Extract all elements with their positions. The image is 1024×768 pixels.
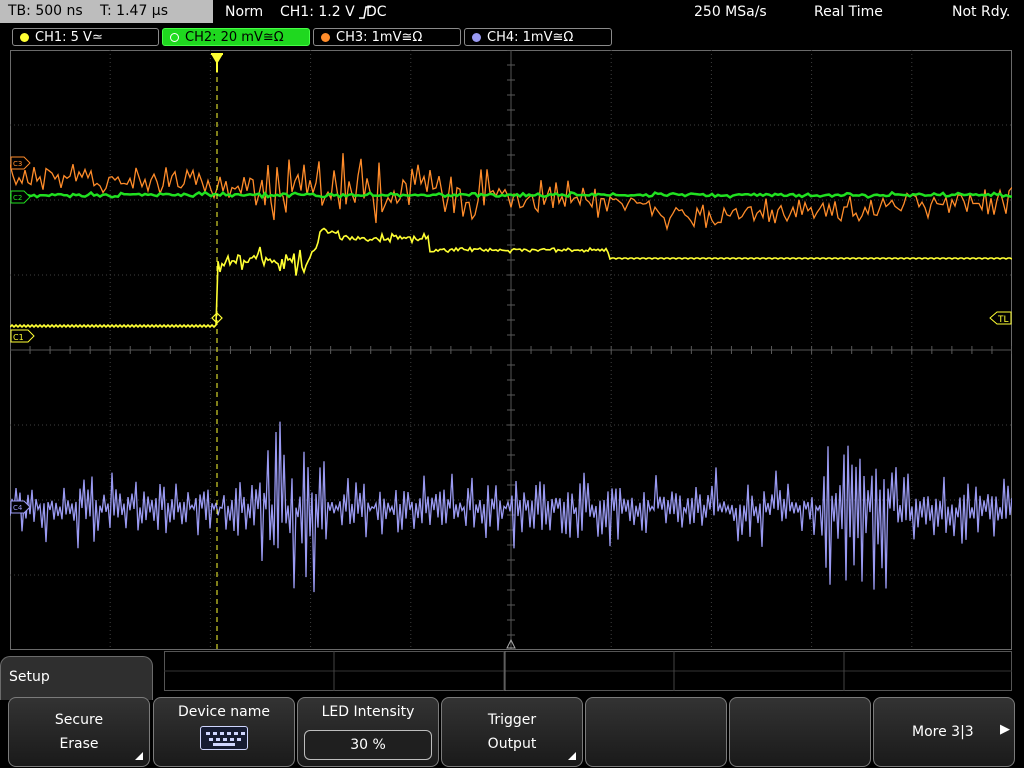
channel-2-waveform bbox=[10, 190, 1012, 200]
channel-4-waveform bbox=[10, 421, 1012, 593]
secure-erase-button[interactable]: Secure Erase bbox=[8, 697, 150, 767]
center-time-marker-icon bbox=[506, 638, 516, 649]
channel-2-offset-marker[interactable]: C2 bbox=[10, 190, 31, 204]
keyboard-icon bbox=[200, 726, 248, 750]
acquisition-mode: Real Time bbox=[814, 4, 883, 20]
trigger-time-value: T: 1.47 µs bbox=[100, 3, 169, 19]
channel-4-marker-label: C4 bbox=[13, 504, 23, 512]
timebase-box[interactable]: TB: 500 ns T: 1.47 µs bbox=[0, 0, 213, 23]
channel-4-button[interactable]: CH4: 1mV≅Ω bbox=[464, 28, 612, 46]
softkey-4-line1: Trigger bbox=[487, 712, 537, 728]
channel-2-coupling: ≅Ω bbox=[262, 30, 284, 45]
trigger-level-label: TL bbox=[997, 315, 1009, 325]
softkey-1-line1: Secure bbox=[54, 712, 104, 728]
led-intensity-button[interactable]: LED Intensity 30 % bbox=[297, 697, 439, 767]
softkey-7-label: More 3|3 bbox=[912, 724, 974, 740]
waveform-display[interactable]: C3 C2 C1 C4 TL bbox=[10, 50, 1012, 650]
menu-strip-panel bbox=[164, 651, 1012, 691]
channel-4-label: CH4: 1mV bbox=[487, 30, 553, 45]
status-bar: TB: 500 ns T: 1.47 µs Norm CH1: 1.2 V DC… bbox=[0, 0, 1024, 24]
run-state: Not Rdy. bbox=[952, 4, 1011, 20]
channel-1-button[interactable]: CH1: 5 V≃ bbox=[12, 28, 159, 46]
channel-4-dot-icon bbox=[472, 33, 481, 42]
softkey-3-label: LED Intensity bbox=[321, 704, 415, 720]
trigger-level-marker[interactable]: TL bbox=[989, 311, 1012, 325]
channel-3-offset-marker[interactable]: C3 bbox=[10, 156, 31, 170]
timebase-value: TB: 500 ns bbox=[8, 3, 83, 19]
softkey-4-line2: Output bbox=[487, 736, 537, 752]
channel-2-button[interactable]: CH2: 20 mV≅Ω bbox=[162, 28, 310, 46]
channel-1-dot-icon bbox=[20, 33, 29, 42]
channel-3-button[interactable]: CH3: 1mV≅Ω bbox=[313, 28, 461, 46]
channel-1-label: CH1: 5 V bbox=[35, 30, 92, 45]
softkey-5-empty[interactable] bbox=[585, 697, 727, 767]
channel-2-dot-icon bbox=[170, 33, 179, 42]
softkey-1-line2: Erase bbox=[59, 736, 99, 752]
channel-1-waveform bbox=[10, 227, 1012, 329]
right-arrow-icon: ▶ bbox=[1000, 722, 1010, 737]
softkey-6-empty[interactable] bbox=[729, 697, 871, 767]
trigger-source[interactable]: CH1: 1.2 V bbox=[280, 0, 355, 24]
led-intensity-value[interactable]: 30 % bbox=[304, 730, 432, 760]
trigger-coupling[interactable]: DC bbox=[366, 0, 387, 24]
channel-3-coupling: ≅Ω bbox=[401, 30, 423, 45]
channel-2-label: CH2: 20 mV bbox=[185, 30, 263, 45]
trigger-mode[interactable]: Norm bbox=[225, 0, 263, 24]
channel-3-marker-label: C3 bbox=[13, 160, 22, 168]
channel-1-coupling: ≃ bbox=[91, 30, 103, 45]
channel-2-marker-label: C2 bbox=[13, 194, 22, 202]
menu-title: Setup bbox=[9, 669, 50, 685]
trigger-output-button[interactable]: Trigger Output bbox=[441, 697, 583, 767]
submenu-triangle-icon bbox=[135, 752, 143, 760]
softkey-2-label: Device name bbox=[177, 704, 271, 720]
trigger-position-marker[interactable] bbox=[211, 53, 223, 72]
channel-3-label: CH3: 1mV bbox=[336, 30, 402, 45]
channel-3-waveform bbox=[10, 153, 1012, 232]
channel-3-dot-icon bbox=[321, 33, 330, 42]
submenu-triangle-icon bbox=[568, 752, 576, 760]
sample-rate: 250 MSa/s bbox=[694, 4, 767, 20]
channel-1-offset-marker[interactable]: C1 bbox=[10, 329, 35, 343]
channel-1-marker-label: C1 bbox=[13, 333, 24, 342]
more-menu-button[interactable]: More 3|3 ▶ bbox=[873, 697, 1015, 767]
menu-title-tab: Setup bbox=[0, 656, 153, 700]
device-name-button[interactable]: Device name bbox=[153, 697, 295, 767]
channel-4-coupling: ≅Ω bbox=[552, 30, 574, 45]
